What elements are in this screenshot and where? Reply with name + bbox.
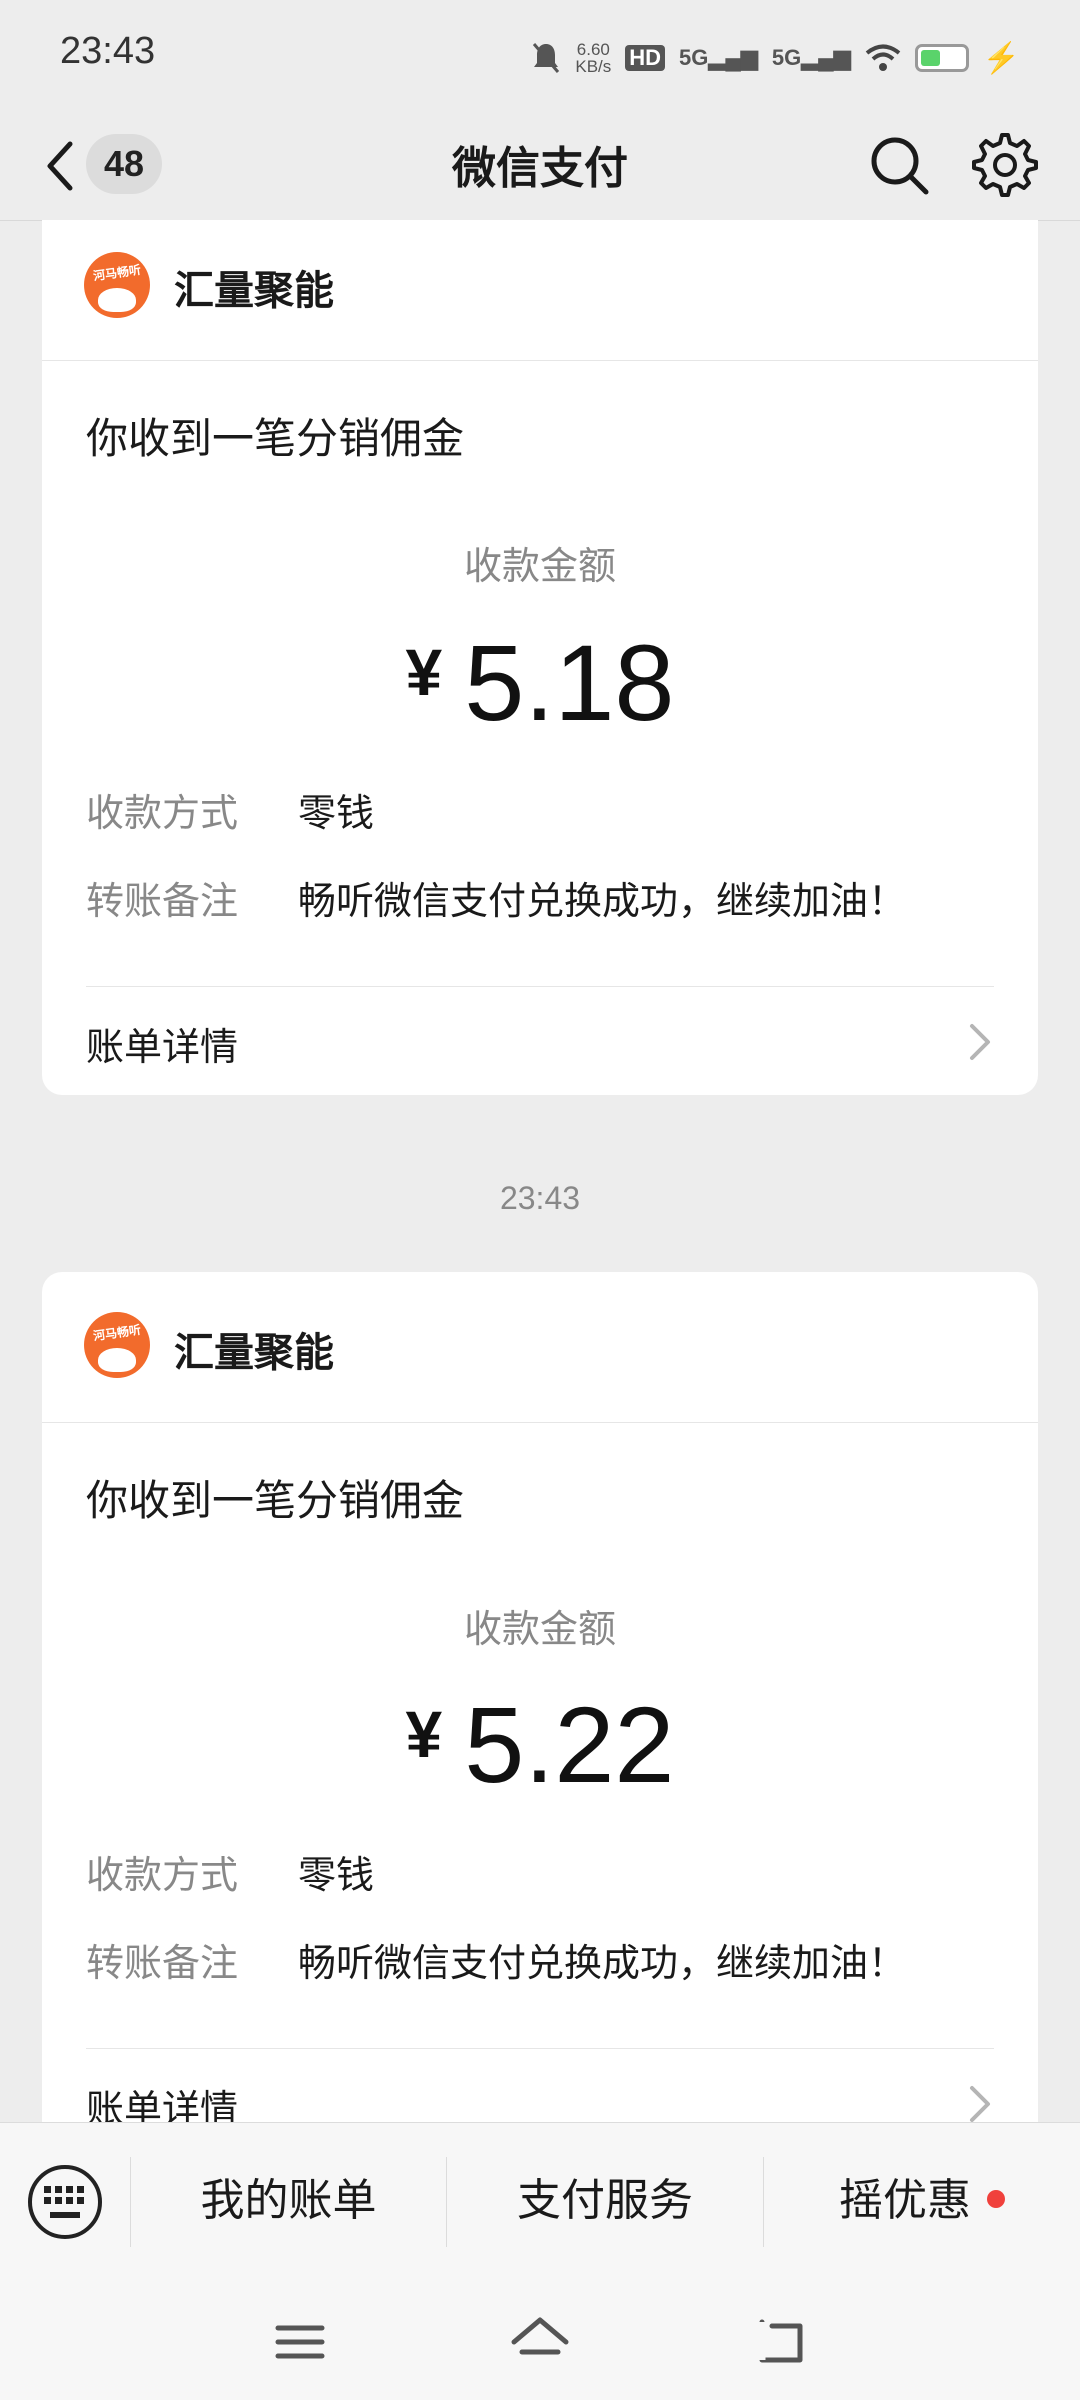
payment-message-card[interactable]: 河马畅听 汇量聚能 你收到一笔分销佣金 收款金额 ¥5.18 收款方式 零钱 转… xyxy=(42,220,1038,1095)
menu-payment-services[interactable]: 支付服务 xyxy=(447,2151,763,2251)
message-title: 你收到一笔分销佣金 xyxy=(86,1476,465,1525)
transfer-note-value: 畅听微信支付兑换成功，继续加油！ xyxy=(298,879,907,923)
merchant-logo-text: 河马畅听 xyxy=(92,262,142,284)
transfer-note-row: 转账备注 畅听微信支付兑换成功，继续加油！ xyxy=(86,870,994,925)
menu-shake-offers[interactable]: 摇优惠 xyxy=(764,2151,1080,2251)
home-icon[interactable] xyxy=(510,2312,570,2372)
amount-value: ¥5.18 xyxy=(42,620,1038,745)
payment-method-value: 零钱 xyxy=(298,791,375,835)
payment-method-value: 零钱 xyxy=(298,1853,375,1897)
network-speed-value: 6.60 xyxy=(576,40,610,59)
system-nav-bar xyxy=(0,2280,1080,2400)
keyboard-keys xyxy=(44,2186,86,2204)
network-speed-unit: KB/s xyxy=(575,57,612,76)
menu-shake-offers-label: 摇优惠 xyxy=(839,2175,971,2226)
merchant-logo: 河马畅听 xyxy=(84,1312,150,1378)
status-bar: 23:43 6.60 KB/s HD 5G▂▄▆ 5G▂▄▆ ⚡ xyxy=(0,0,1080,110)
divider xyxy=(86,986,994,987)
card-header: 河马畅听 汇量聚能 xyxy=(42,220,1038,361)
currency-symbol: ¥ xyxy=(405,1697,443,1771)
payment-method-label: 收款方式 xyxy=(86,791,239,835)
network-speed: 6.60 KB/s xyxy=(575,41,611,75)
amount-value: ¥5.22 xyxy=(42,1682,1038,1807)
status-time: 23:43 xyxy=(60,30,156,72)
message-title: 你收到一笔分销佣金 xyxy=(86,414,465,463)
charging-icon: ⚡ xyxy=(982,41,1020,75)
sim2-label: 5G xyxy=(771,45,802,70)
battery-icon xyxy=(914,44,969,72)
merchant-name: 汇量聚能 xyxy=(174,268,334,314)
merchant-name: 汇量聚能 xyxy=(174,1330,334,1376)
back-return-icon[interactable] xyxy=(750,2312,810,2372)
wifi-icon xyxy=(865,44,900,71)
hd-icon: HD xyxy=(625,45,666,71)
chevron-right-icon xyxy=(970,2086,990,2122)
bill-details-label: 账单详情 xyxy=(86,1025,239,1069)
amount-number: 5.22 xyxy=(464,1684,675,1805)
search-icon[interactable] xyxy=(866,132,932,198)
card-header: 河马畅听 汇量聚能 xyxy=(42,1272,1038,1423)
menu-my-bills[interactable]: 我的账单 xyxy=(131,2151,446,2251)
bottom-menu: 我的账单 支付服务 摇优惠 xyxy=(0,2122,1080,2281)
payment-method-row: 收款方式 零钱 xyxy=(86,1844,994,1899)
bill-details-link[interactable]: 账单详情 xyxy=(86,1002,994,1082)
cow-icon xyxy=(98,288,136,312)
sim1-signal-icon: 5G▂▄▆ xyxy=(679,45,758,70)
sim2-signal-icon: 5G▂▄▆ xyxy=(771,45,851,70)
payment-method-row: 收款方式 零钱 xyxy=(86,782,994,837)
message-timestamp: 23:43 xyxy=(499,1180,581,1216)
amount-label: 收款金额 xyxy=(463,544,616,588)
keyboard-icon[interactable] xyxy=(28,2165,102,2239)
payment-method-label: 收款方式 xyxy=(86,1853,239,1897)
transfer-note-value: 畅听微信支付兑换成功，继续加油！ xyxy=(298,1941,907,1985)
nav-bar: 48 微信支付 xyxy=(0,110,1080,221)
mute-bell-icon xyxy=(533,43,560,73)
merchant-logo: 河马畅听 xyxy=(84,252,150,318)
cow-icon xyxy=(98,1348,136,1372)
transfer-note-row: 转账备注 畅听微信支付兑换成功，继续加油！ xyxy=(86,1932,994,1987)
status-icons: 6.60 KB/s HD 5G▂▄▆ 5G▂▄▆ ⚡ xyxy=(531,30,1020,86)
red-dot-badge xyxy=(987,2190,1005,2208)
keyboard-spacebar xyxy=(50,2212,80,2218)
transfer-note-label: 转账备注 xyxy=(86,879,239,923)
currency-symbol: ¥ xyxy=(405,635,443,709)
battery-level xyxy=(920,50,940,66)
chevron-right-icon xyxy=(970,1024,990,1060)
payment-message-card[interactable]: 河马畅听 汇量聚能 你收到一笔分销佣金 收款金额 ¥5.22 收款方式 零钱 转… xyxy=(42,1272,1038,2172)
gear-icon[interactable] xyxy=(970,130,1040,200)
amount-label: 收款金额 xyxy=(463,1607,616,1651)
sim1-label: 5G xyxy=(679,45,709,70)
transfer-note-label: 转账备注 xyxy=(86,1941,239,1985)
menu-lines-icon[interactable] xyxy=(270,2312,330,2372)
divider xyxy=(86,2048,994,2049)
amount-number: 5.18 xyxy=(464,622,675,743)
merchant-logo-text: 河马畅听 xyxy=(92,1322,142,1344)
